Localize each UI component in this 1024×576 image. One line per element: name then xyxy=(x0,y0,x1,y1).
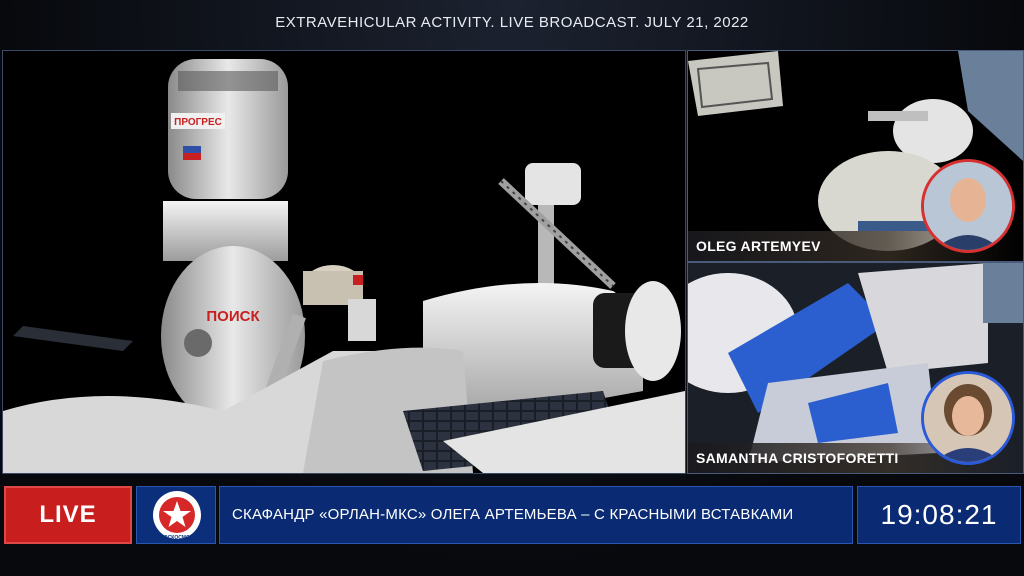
station-scene: ПРОГРЕС ПОИСК xyxy=(3,51,685,473)
progress-hull-text: ПРОГРЕС xyxy=(174,117,222,128)
live-badge: LIVE xyxy=(4,486,132,544)
helmet-camera-artemyev[interactable]: OLEG ARTEMYEV xyxy=(687,50,1024,262)
roscosmos-logo: РОСКОСМОС xyxy=(136,486,216,544)
helmet-camera-cristoforetti[interactable]: SAMANTHA CRISTOFORETTI xyxy=(687,262,1024,474)
broadcast-title: EXTRAVEHICULAR ACTIVITY. LIVE BROADCAST.… xyxy=(275,14,749,31)
avatar-artemyev xyxy=(921,159,1015,253)
broadcast-clock: 19:08:21 xyxy=(857,486,1021,544)
main-video-feed[interactable]: ПРОГРЕС ПОИСК xyxy=(2,50,686,474)
avatar-cristoforetti xyxy=(921,371,1015,465)
lower-third-bar: LIVE РОСКОСМОС СКАФАНДР «ОРЛАН-МКС» ОЛЕГ… xyxy=(0,484,1024,548)
poisk-hull-text: ПОИСК xyxy=(206,308,260,325)
news-ticker: СКАФАНДР «ОРЛАН-МКС» ОЛЕГА АРТЕМЬЕВА – С… xyxy=(219,486,853,544)
logo-text: РОСКОСМОС xyxy=(161,535,194,541)
